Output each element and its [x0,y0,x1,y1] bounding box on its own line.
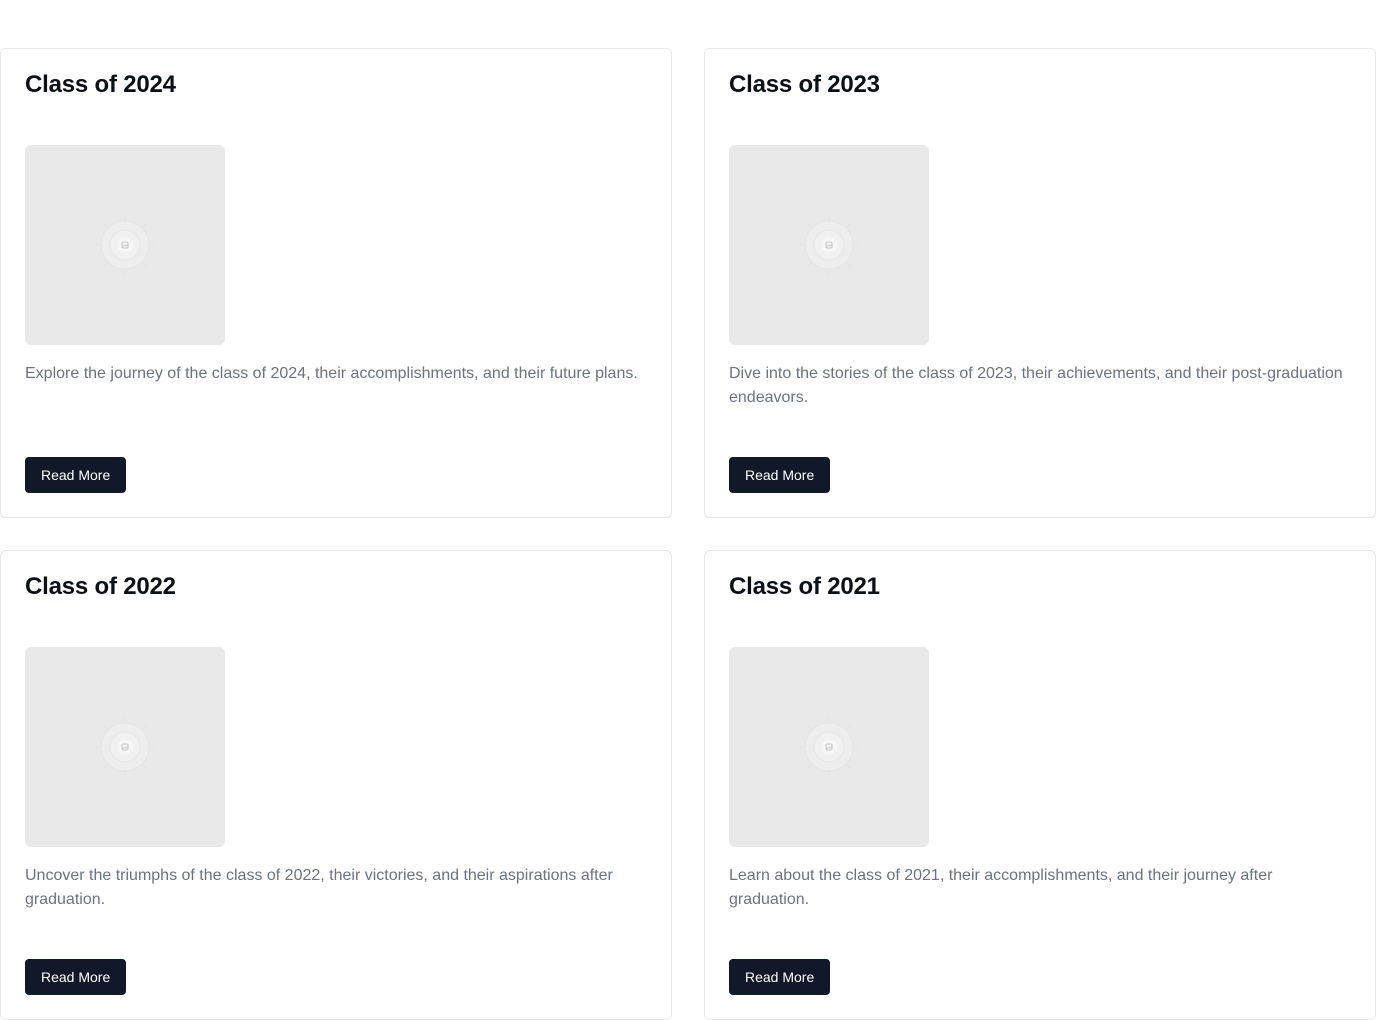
class-cards-grid: Class of 2024 Explore the journey of the… [0,48,1376,1020]
card-description: Learn about the class of 2021, their acc… [729,867,1273,908]
card-image-placeholder [25,647,225,847]
card-title: Class of 2023 [729,71,880,98]
image-placeholder-icon [799,717,859,777]
read-more-button[interactable]: Read More [729,959,831,995]
class-card-2021: Class of 2021 Learn about the class of 2… [704,550,1376,1020]
card-image-placeholder [729,647,929,847]
card-description: Explore the journey of the class of 2024… [25,365,638,382]
card-title: Class of 2022 [25,573,176,600]
image-placeholder-icon [799,215,859,275]
card-image-placeholder [729,145,929,345]
card-title: Class of 2024 [25,71,176,98]
class-card-2022: Class of 2022 Uncover the triumphs of th… [0,550,672,1020]
image-placeholder-icon [95,717,155,777]
card-title: Class of 2021 [729,573,880,600]
class-card-2023: Class of 2023 Dive into the stories of t… [704,48,1376,518]
card-description: Uncover the triumphs of the class of 202… [25,867,613,908]
image-placeholder-icon [95,215,155,275]
card-image-placeholder [25,145,225,345]
read-more-button[interactable]: Read More [729,457,831,493]
card-description: Dive into the stories of the class of 20… [729,365,1343,406]
class-card-2024: Class of 2024 Explore the journey of the… [0,48,672,518]
page: Class of 2024 Explore the journey of the… [0,0,1376,1020]
read-more-button[interactable]: Read More [25,457,127,493]
read-more-button[interactable]: Read More [25,959,127,995]
